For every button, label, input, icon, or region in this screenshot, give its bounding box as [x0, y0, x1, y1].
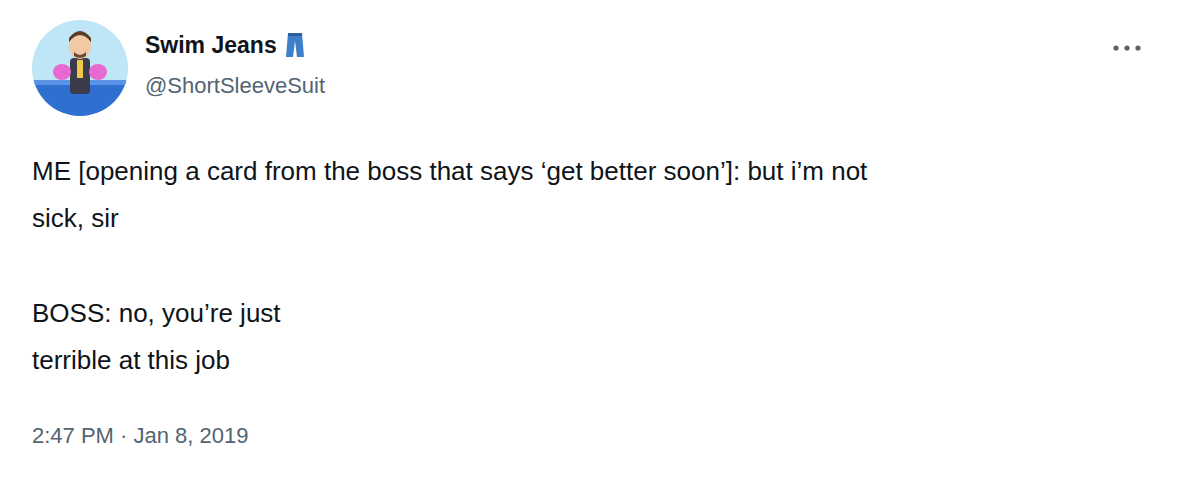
tweet-line: sick, sir — [32, 195, 1150, 242]
display-name[interactable]: Swim Jeans — [145, 30, 277, 60]
timestamp[interactable]: 2:47 PM · Jan 8, 2019 — [32, 422, 1150, 450]
tweet-line: BOSS: no, you’re just — [32, 290, 1150, 337]
user-info: Swim Jeans @ShortSleeveSuit — [145, 20, 1095, 100]
tweet-line: terrible at this job — [32, 337, 1150, 384]
tweet-line: ME [opening a card from the boss that sa… — [32, 148, 1150, 195]
jeans-icon — [285, 32, 305, 58]
name-row: Swim Jeans — [145, 30, 1095, 60]
user-handle[interactable]: @ShortSleeveSuit — [145, 72, 1095, 100]
tweet-header: Swim Jeans @ShortSleeveSuit — [32, 20, 1150, 116]
more-icon[interactable] — [1112, 44, 1142, 52]
tweet-paragraph: BOSS: no, you’re justterrible at this jo… — [32, 290, 1150, 384]
tweet-text: ME [opening a card from the boss that sa… — [32, 148, 1150, 384]
tweet: Swim Jeans @ShortSleeveSuit ME [opening a … — [0, 0, 1182, 488]
avatar-icon[interactable] — [32, 20, 128, 116]
tweet-paragraph: ME [opening a card from the boss that sa… — [32, 148, 1150, 242]
